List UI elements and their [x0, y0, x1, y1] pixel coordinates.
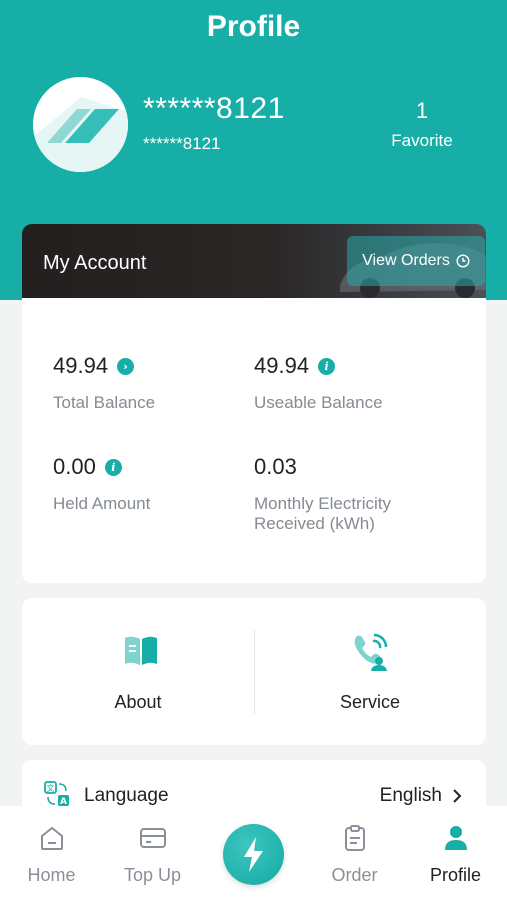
view-orders-button[interactable]: View Orders: [347, 236, 485, 286]
translate-icon: 文 A: [44, 781, 69, 807]
bottom-tab-bar: Home Top Up Order Profile: [0, 806, 507, 900]
info-icon[interactable]: i: [318, 357, 336, 375]
phone-support-icon: [354, 633, 388, 671]
chevron-right-icon[interactable]: ›: [117, 357, 135, 375]
my-account-banner: My Account View Orders: [22, 224, 486, 300]
svg-text:文: 文: [47, 783, 55, 793]
language-label: Language: [84, 785, 169, 806]
user-icon: [445, 826, 467, 850]
monthly-electricity-number: 0.03: [254, 454, 297, 479]
held-amount-label: Held Amount: [53, 494, 151, 513]
about-button[interactable]: About: [22, 598, 254, 745]
page-title: Profile: [206, 10, 301, 43]
tab-profile-label: Profile: [429, 865, 482, 885]
tab-top-up[interactable]: Top Up: [102, 806, 203, 900]
total-balance-label: Total Balance: [53, 393, 156, 412]
tab-profile[interactable]: Profile: [405, 806, 506, 900]
lightning-icon: [244, 837, 263, 872]
avatar[interactable]: [33, 77, 128, 172]
user-phone: ******8121: [143, 134, 221, 153]
monthly-electricity-label-line1: Monthly Electricity: [254, 494, 391, 513]
view-orders-label: View Orders: [362, 252, 450, 269]
favorite-label[interactable]: Favorite: [372, 131, 472, 151]
monthly-electricity-label-line2: Received (kWh): [254, 514, 375, 533]
held-amount-value: 0.00 i: [53, 454, 122, 480]
info-icon[interactable]: i: [104, 458, 122, 476]
avatar-logo-icon: [33, 77, 128, 172]
clipboard-icon: [345, 825, 365, 851]
held-amount-number: 0.00: [53, 454, 96, 479]
language-value-text: English: [379, 785, 442, 806]
favorite-count[interactable]: 1: [372, 98, 472, 124]
total-balance-number: 49.94: [53, 353, 109, 378]
useable-balance-label: Useable Balance: [254, 393, 383, 412]
monthly-electricity-value: 0.03: [254, 454, 297, 480]
useable-balance-number: 49.94: [254, 353, 310, 378]
useable-balance-value: 49.94 i: [254, 353, 336, 379]
language-value: English: [380, 785, 462, 807]
total-balance-value[interactable]: 49.94 ›: [53, 353, 135, 379]
tab-top-up-label: Top Up: [123, 865, 182, 885]
username: ******8121: [143, 92, 285, 125]
tab-order-label: Order: [331, 865, 378, 885]
card-icon: [140, 828, 166, 848]
service-label: Service: [339, 692, 401, 712]
chevron-right-icon: [453, 789, 462, 803]
quick-links-card: About Service: [22, 598, 486, 745]
service-button[interactable]: Service: [254, 598, 486, 745]
tab-home[interactable]: Home: [1, 806, 102, 900]
tab-home-label: Home: [27, 865, 76, 885]
account-stats-card: 49.94 › Total Balance 49.94 i Useable Ba…: [22, 298, 486, 583]
home-icon: [41, 826, 63, 850]
tab-order[interactable]: Order: [304, 806, 405, 900]
book-icon: [125, 636, 157, 665]
clock-icon: [456, 254, 470, 268]
my-account-title: My Account: [43, 252, 147, 274]
about-label: About: [114, 692, 162, 712]
charge-button[interactable]: [223, 824, 284, 885]
monthly-electricity-label: Monthly Electricity Received (kWh): [254, 494, 391, 534]
